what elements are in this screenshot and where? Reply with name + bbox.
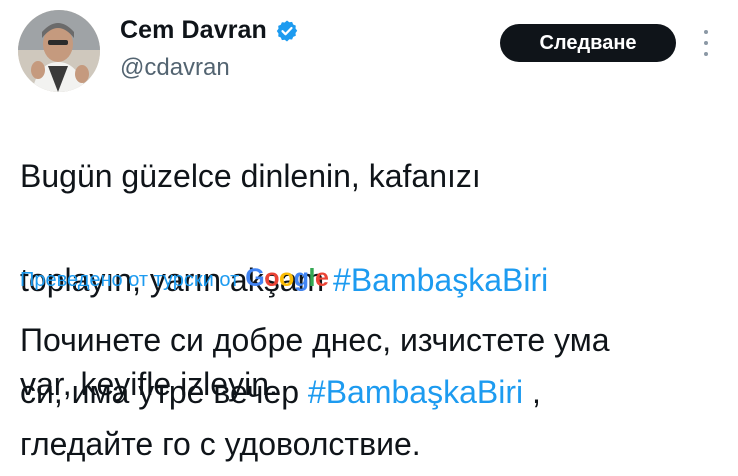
tweet-header: Cem Davran @cdavran Следване xyxy=(18,10,720,92)
tweet-line-text: Bugün güzelce dinlenin, kafanızı xyxy=(20,158,481,194)
verified-badge-icon[interactable] xyxy=(275,19,299,43)
author-handle[interactable]: @cdavran xyxy=(120,54,230,82)
author-name[interactable]: Cem Davran xyxy=(120,16,267,45)
translated-line: Починете си добре днес, изчистете ума xyxy=(20,314,730,366)
avatar[interactable] xyxy=(18,10,100,92)
hashtag-link[interactable]: #BambaşkaBiri xyxy=(333,262,548,298)
translated-line-text: Починете си добре днес, изчистете ума xyxy=(20,322,610,358)
tweet-line: Bugün güzelce dinlenin, kafanızı xyxy=(20,150,720,202)
follow-button[interactable]: Следване xyxy=(500,24,676,62)
google-logo: Google xyxy=(245,264,329,292)
author-name-row[interactable]: Cem Davran xyxy=(120,16,299,45)
translation-label[interactable]: Преведено от турски от xyxy=(20,269,239,292)
translated-line-suffix: , xyxy=(523,374,541,410)
hashtag-link[interactable]: #BambaşkaBiri xyxy=(308,374,523,410)
translated-line-text: гледайте го с удоволствие. xyxy=(20,426,421,462)
translated-line: си, има утре вечер #BambaşkaBiri , xyxy=(20,366,730,418)
translated-line-text: си, има утре вечер xyxy=(20,374,308,410)
translated-text: Починете си добре днес, изчистете ума си… xyxy=(20,314,730,470)
vertical-dots-icon[interactable] xyxy=(696,26,716,60)
translation-attribution[interactable]: Преведено от турски от Google xyxy=(20,264,329,293)
translated-line: гледайте го с удоволствие. xyxy=(20,418,730,470)
profile-photo-icon xyxy=(18,10,100,92)
